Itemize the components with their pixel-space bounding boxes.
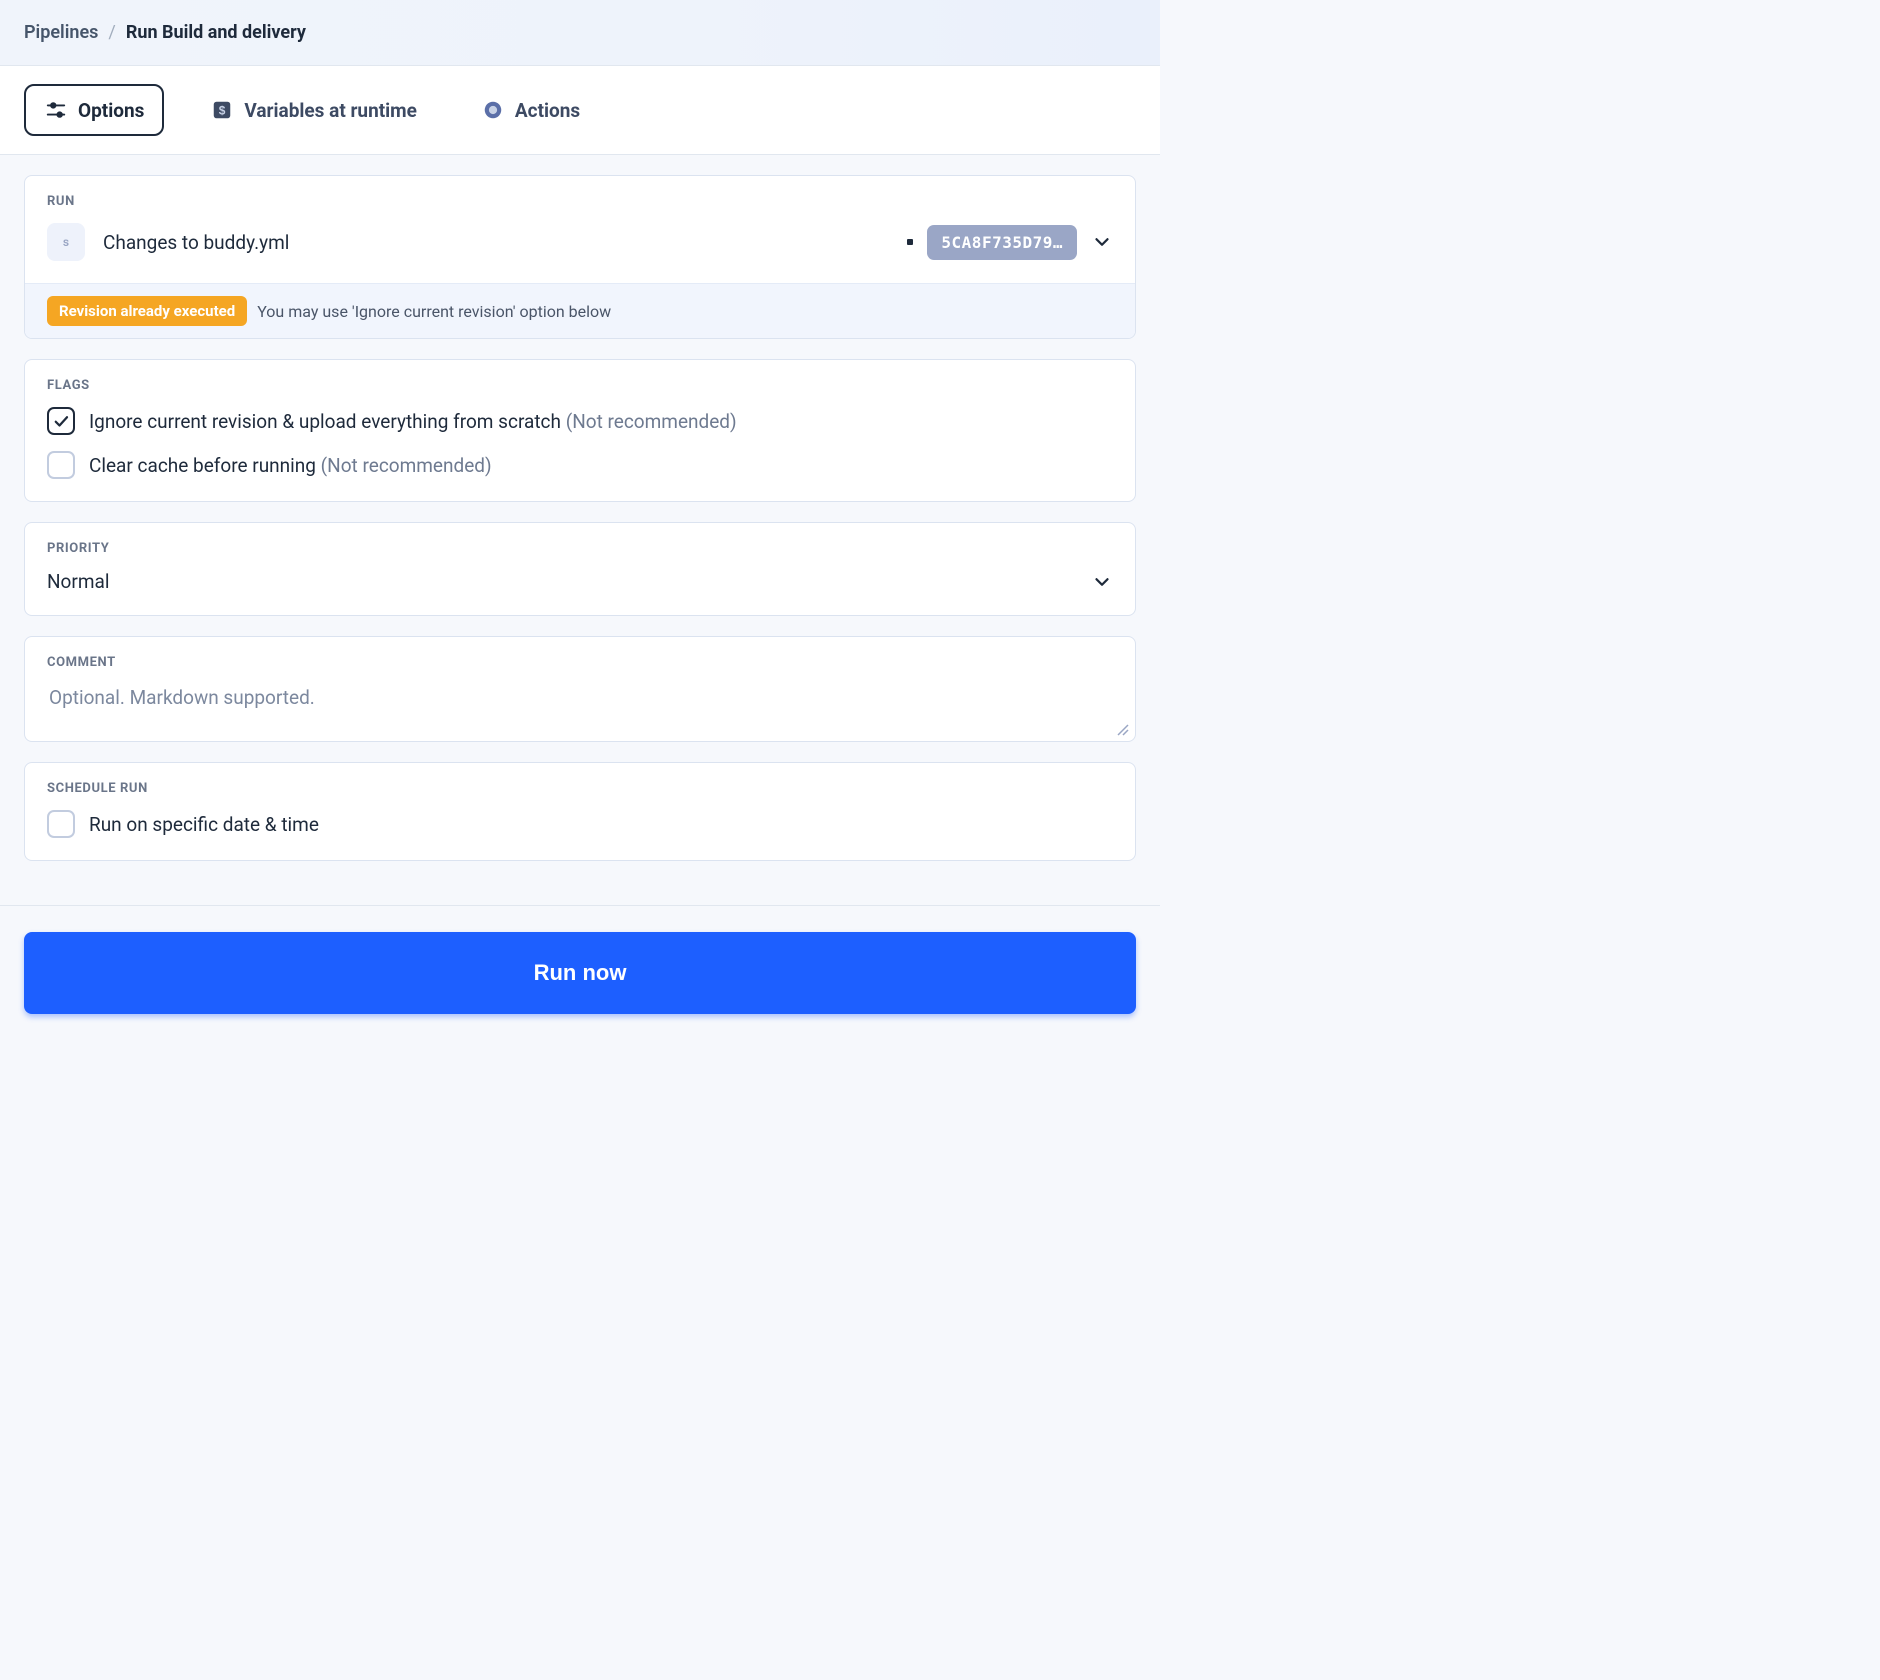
checkbox-ignore-revision[interactable]: [47, 407, 75, 435]
breadcrumb-current: Run Build and delivery: [126, 22, 306, 43]
tab-variables[interactable]: $ Variables at runtime: [192, 86, 435, 134]
gear-badge-icon: [481, 98, 505, 122]
resize-grip-icon[interactable]: [1115, 721, 1129, 735]
comment-section-label: COMMENT: [47, 655, 1113, 670]
commit-avatar: s: [47, 223, 85, 261]
tab-actions[interactable]: Actions: [463, 86, 598, 134]
comment-textarea[interactable]: [47, 684, 1113, 711]
comment-panel: COMMENT: [24, 636, 1136, 742]
checkbox-schedule-run[interactable]: [47, 810, 75, 838]
priority-section-label: PRIORITY: [47, 541, 1113, 556]
revision-executed-banner: Revision already executed You may use 'I…: [25, 283, 1135, 338]
sliders-icon: [44, 98, 68, 122]
priority-value: Normal: [47, 570, 109, 593]
flags-section-label: FLAGS: [47, 378, 1113, 393]
run-section-label: RUN: [47, 194, 1113, 209]
breadcrumb-root[interactable]: Pipelines: [24, 22, 98, 43]
footer: Run now: [0, 905, 1160, 1044]
checkbox-ignore-revision-label: Ignore current revision & upload everyth…: [89, 410, 737, 433]
breadcrumb: Pipelines / Run Build and delivery: [0, 0, 1160, 66]
chevron-down-icon[interactable]: [1091, 231, 1113, 253]
schedule-panel: SCHEDULE RUN Run on specific date & time: [24, 762, 1136, 861]
revision-executed-badge: Revision already executed: [47, 296, 247, 326]
hash-bullet: [907, 239, 913, 245]
commit-hash-pill[interactable]: 5CA8F735D79…: [927, 225, 1077, 260]
run-title: Changes to buddy.yml: [103, 231, 289, 254]
run-panel: RUN s Changes to buddy.yml 5CA8F735D79… …: [24, 175, 1136, 339]
svg-text:$: $: [219, 104, 226, 118]
tab-actions-label: Actions: [515, 99, 580, 122]
run-now-button[interactable]: Run now: [24, 932, 1136, 1014]
tab-options[interactable]: Options: [24, 84, 164, 136]
flags-panel: FLAGS Ignore current revision & upload e…: [24, 359, 1136, 502]
checkbox-clear-cache-label: Clear cache before running (Not recommen…: [89, 454, 492, 477]
dollar-box-icon: $: [210, 98, 234, 122]
tab-variables-label: Variables at runtime: [244, 99, 417, 122]
priority-panel: PRIORITY Normal: [24, 522, 1136, 616]
checkbox-clear-cache[interactable]: [47, 451, 75, 479]
checkbox-schedule-run-label: Run on specific date & time: [89, 813, 319, 836]
priority-select[interactable]: Normal: [47, 570, 1113, 593]
schedule-section-label: SCHEDULE RUN: [47, 781, 1113, 796]
revision-executed-text: You may use 'Ignore current revision' op…: [257, 302, 611, 321]
chevron-down-icon: [1091, 571, 1113, 593]
tab-options-label: Options: [78, 99, 144, 122]
breadcrumb-separator: /: [108, 22, 115, 43]
tabs-bar: Options $ Variables at runtime Actions: [0, 66, 1160, 155]
